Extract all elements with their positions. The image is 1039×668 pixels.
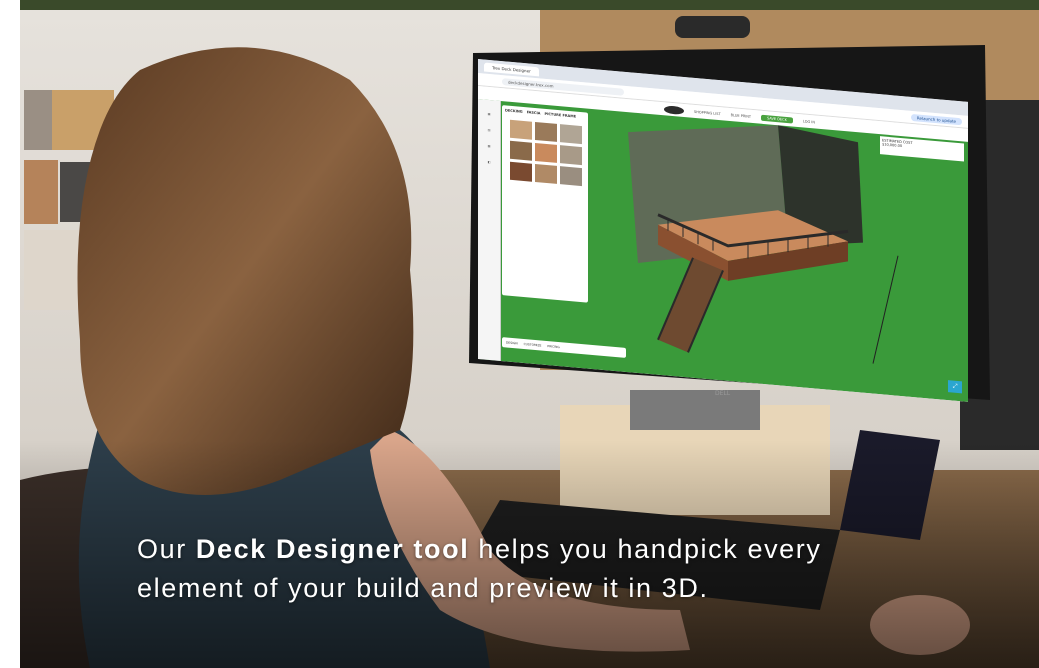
caption-text: Our Deck Designer tool helps you handpic… — [137, 530, 937, 608]
swatch-option[interactable] — [510, 161, 532, 182]
dimension-line — [872, 255, 899, 364]
swatch-option[interactable] — [560, 145, 582, 166]
stairs — [658, 257, 723, 353]
login-link[interactable]: LOG IN — [803, 119, 815, 124]
rail-item[interactable]: ▦ — [478, 143, 500, 149]
relaunch-button[interactable]: Relaunch to update — [910, 113, 962, 125]
material-panel: DECKING FASCIA PICTURE FRAME — [502, 105, 588, 303]
step-customize[interactable]: CUSTOMIZE — [524, 342, 542, 348]
monitor-screen: Trex Deck Designer deckdesigner.trex.com… — [478, 59, 968, 402]
tab-fascia[interactable]: FASCIA — [527, 110, 541, 115]
hair — [77, 47, 414, 495]
caption-prefix: Our — [137, 534, 196, 564]
swatch-option[interactable] — [535, 163, 557, 184]
swatch-option[interactable] — [535, 121, 557, 142]
tool-rail: ▣ ▤ ▦ ◧ — [478, 99, 501, 362]
caption-highlight: Deck Designer tool — [195, 534, 470, 564]
nav-blueprint[interactable]: BLUE PRINT — [731, 113, 751, 119]
save-deck-button[interactable]: SAVE DECK — [761, 114, 793, 124]
brand-logo — [664, 105, 684, 116]
swatch-option[interactable] — [560, 166, 582, 187]
expand-icon[interactable]: ⤢ — [948, 380, 962, 394]
rail-item[interactable]: ▣ — [478, 111, 500, 117]
nav-shopping-list[interactable]: SHOPPING LIST — [694, 110, 721, 116]
swatch-option[interactable] — [510, 119, 532, 140]
swatch-option[interactable] — [535, 142, 557, 163]
swatch-option[interactable] — [560, 124, 582, 145]
step-pricing[interactable]: PRICING — [547, 344, 559, 349]
swatch-option[interactable] — [510, 140, 532, 161]
top-accent-bar — [20, 0, 1039, 10]
step-design[interactable]: DESIGN — [506, 340, 518, 345]
monitor: DELL Trex Deck Designer deckdesigner.tre… — [455, 45, 990, 405]
swatch — [24, 160, 58, 224]
svg-text:DELL: DELL — [715, 390, 731, 397]
tab-picture-frame[interactable]: PICTURE FRAME — [545, 112, 577, 119]
webcam — [675, 16, 750, 38]
tab-decking[interactable]: DECKING — [505, 108, 523, 114]
rail-item[interactable]: ◧ — [478, 159, 500, 165]
color-swatches — [502, 115, 588, 191]
photo-stage: DELL Trex Deck Designer deckdesigner.tre… — [0, 0, 1039, 668]
rail-item[interactable]: ▤ — [478, 127, 500, 133]
